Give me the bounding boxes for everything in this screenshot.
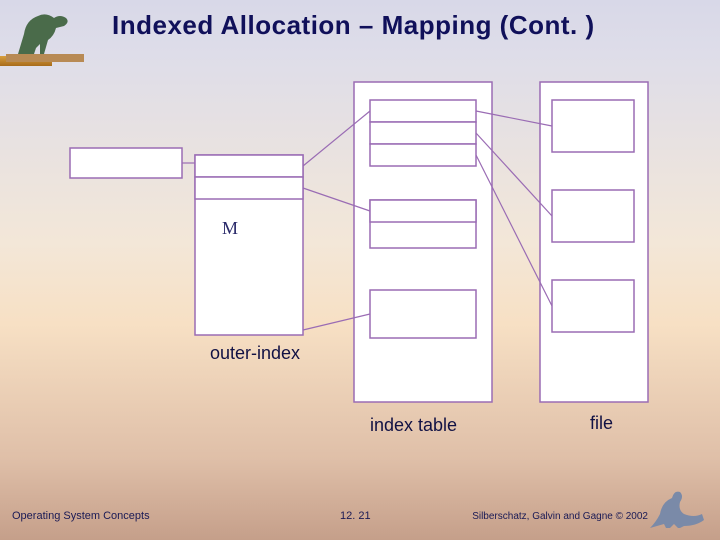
vertical-ellipsis-symbol: M <box>222 218 238 239</box>
label-outer-index: outer-index <box>210 343 300 364</box>
file-block-0 <box>552 100 634 152</box>
sauropod-icon <box>644 484 714 534</box>
directory-entry-box <box>70 148 182 178</box>
diagram <box>0 0 720 540</box>
index-block-1-row-0 <box>370 200 476 222</box>
outer-index-cell-0 <box>195 155 303 177</box>
file-block-2 <box>552 280 634 332</box>
index-block-0-row-2 <box>370 144 476 166</box>
footer-book-title: Operating System Concepts <box>12 510 150 522</box>
label-file: file <box>590 413 613 434</box>
footer-page-number: 12. 21 <box>340 510 371 522</box>
footer-copyright: Silberschatz, Galvin and Gagne © 2002 <box>472 511 648 522</box>
index-block-2 <box>370 290 476 338</box>
index-block-0-row-0 <box>370 100 476 122</box>
file-block-1 <box>552 190 634 242</box>
slide: Indexed Allocation – Mapping (Cont. ) <box>0 0 720 540</box>
label-index-table: index table <box>370 415 457 436</box>
index-block-0-row-1 <box>370 122 476 144</box>
outer-index-cell-1 <box>195 177 303 199</box>
